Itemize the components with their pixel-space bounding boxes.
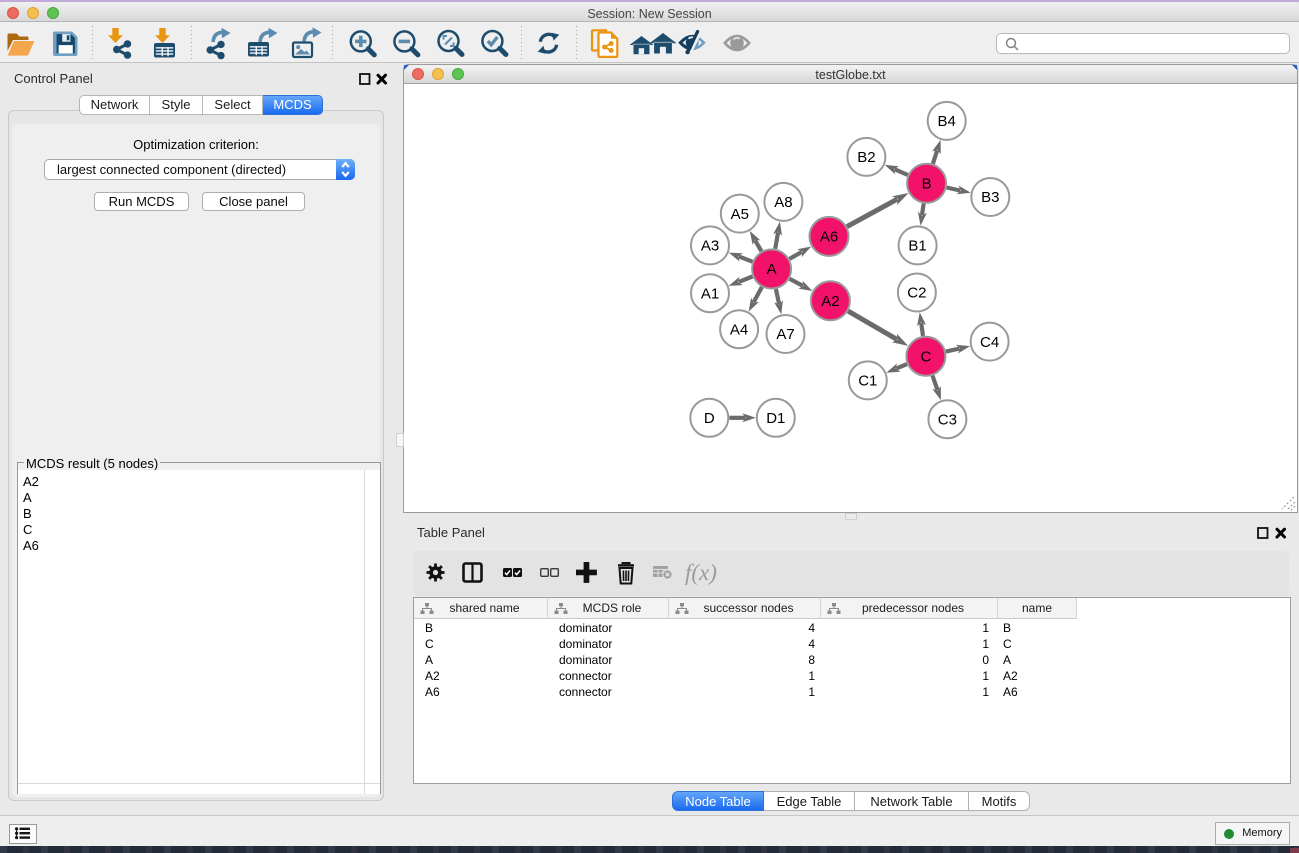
svg-text:f(x): f(x) — [685, 560, 717, 585]
svg-text:C1: C1 — [858, 373, 877, 390]
svg-text:A1: A1 — [701, 285, 719, 302]
svg-text:C: C — [920, 348, 931, 365]
svg-text:D: D — [704, 410, 715, 427]
svg-text:A7: A7 — [776, 326, 794, 343]
svg-text:A5: A5 — [731, 206, 749, 223]
svg-text:A2: A2 — [821, 293, 839, 310]
svg-text:A3: A3 — [701, 238, 719, 255]
svg-text:A6: A6 — [820, 229, 838, 246]
svg-text:D1: D1 — [766, 410, 785, 427]
svg-text:B2: B2 — [857, 149, 875, 166]
svg-text:A: A — [767, 261, 777, 278]
svg-text:B: B — [922, 175, 932, 192]
svg-text:B4: B4 — [938, 113, 956, 130]
svg-text:A8: A8 — [774, 194, 792, 211]
svg-text:B1: B1 — [908, 238, 926, 255]
svg-text:C4: C4 — [980, 334, 999, 351]
svg-text:C3: C3 — [938, 411, 957, 428]
svg-text:A4: A4 — [730, 321, 748, 338]
svg-text:B3: B3 — [981, 189, 999, 206]
svg-text:C2: C2 — [907, 285, 926, 302]
